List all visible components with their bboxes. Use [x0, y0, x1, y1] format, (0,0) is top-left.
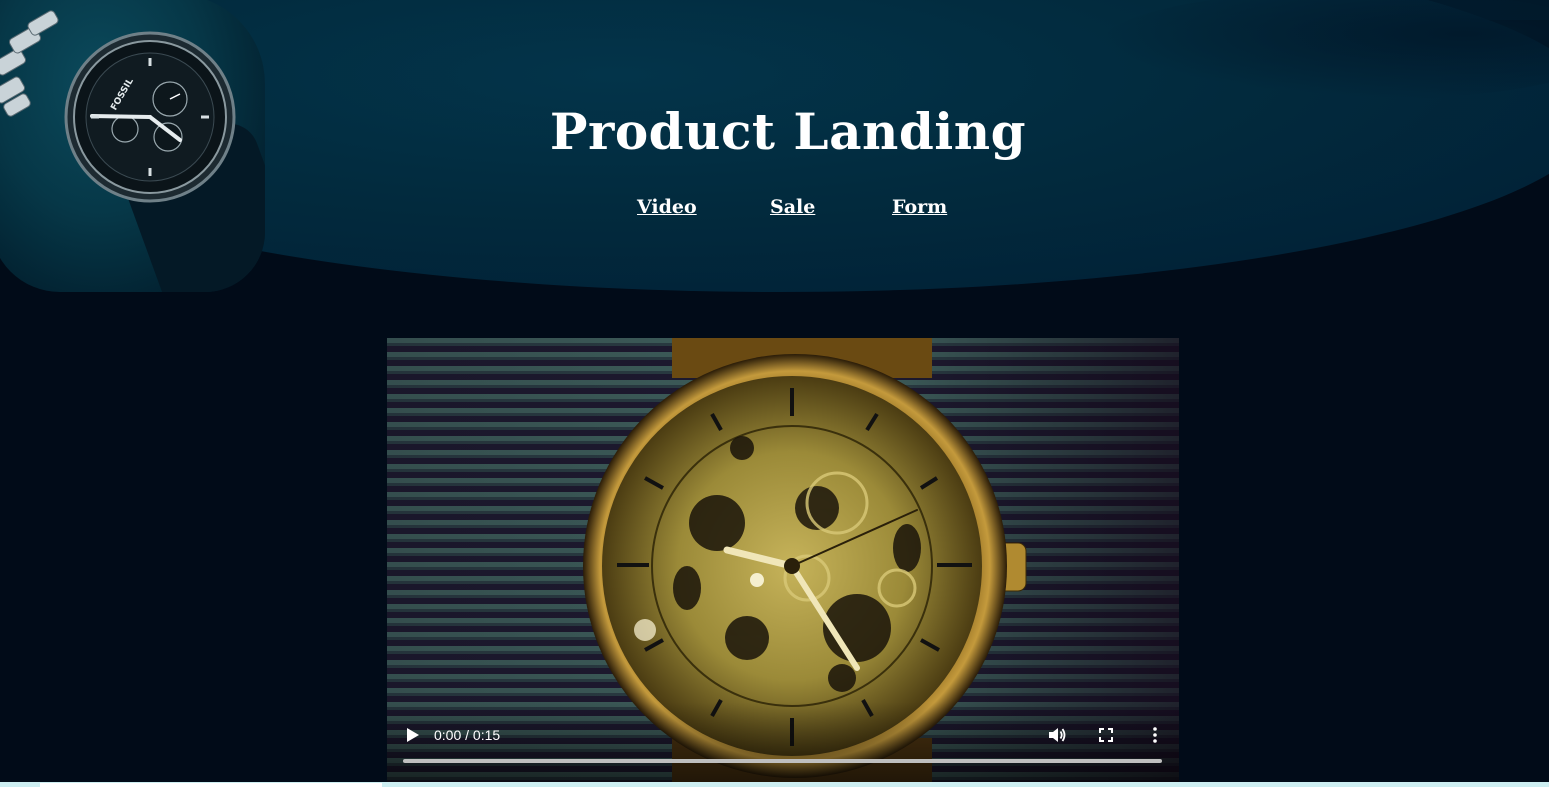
play-icon[interactable] [403, 726, 421, 744]
nav-link-sale[interactable]: Sale [770, 196, 815, 218]
more-options-icon[interactable] [1145, 725, 1165, 745]
bottom-strip [0, 782, 1549, 787]
video-time-display: 0:00 / 0:15 [434, 727, 501, 743]
product-video[interactable]: 0:00 / 0:15 [387, 338, 1179, 782]
volume-icon[interactable] [1047, 725, 1067, 745]
nav-link-video[interactable]: Video [637, 196, 697, 218]
page-title: Product Landing [549, 102, 1027, 161]
bottom-strip-segment [40, 783, 382, 787]
fullscreen-icon[interactable] [1096, 725, 1116, 745]
page: FOSSIL Product Landing Video Sale Form 0… [0, 0, 1549, 787]
nav-link-form[interactable]: Form [892, 196, 947, 218]
video-progress-bar[interactable] [403, 759, 1162, 763]
